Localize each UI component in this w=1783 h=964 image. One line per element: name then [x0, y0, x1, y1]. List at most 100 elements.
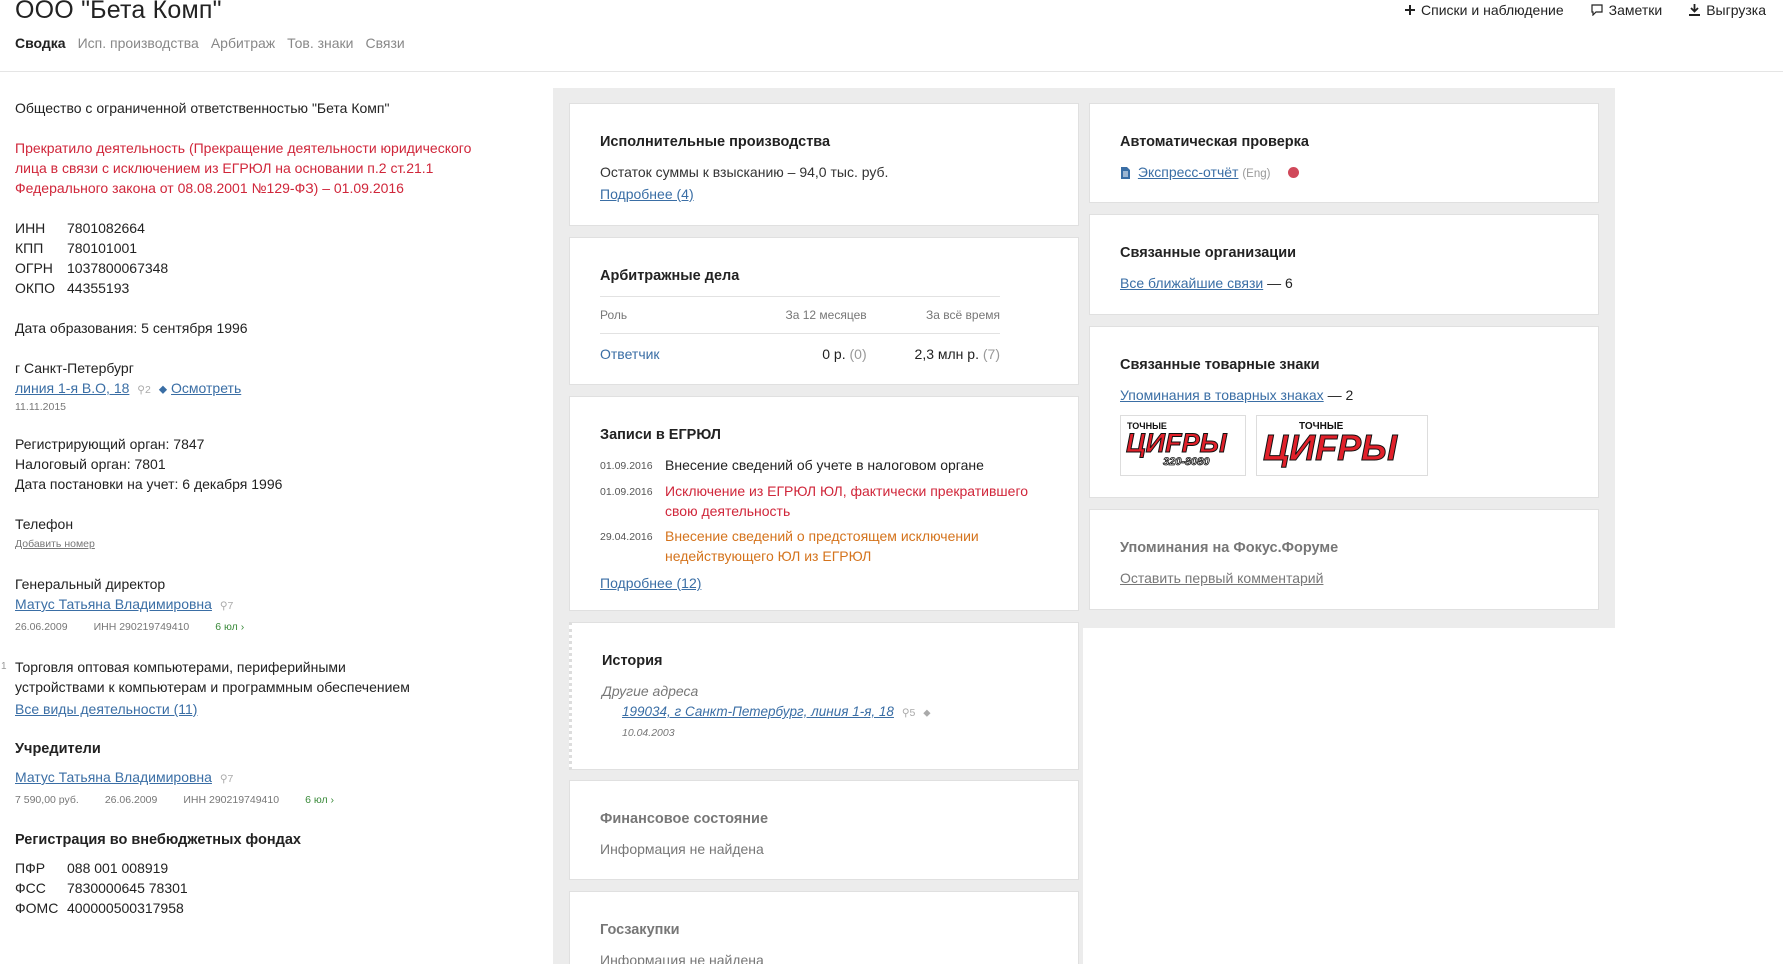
- search-icon[interactable]: ⚲7: [220, 773, 234, 785]
- logo-main-text: ЦИFРЫ: [1263, 427, 1398, 468]
- history-subtitle: Другие адреса: [602, 683, 699, 699]
- full-name: Общество с ограниченной ответственностью…: [15, 100, 390, 116]
- founder-count: 7: [227, 773, 234, 785]
- all-connections-link[interactable]: Все ближайшие связи: [1120, 275, 1263, 291]
- enforcement-more-link[interactable]: Подробнее (4): [600, 184, 694, 204]
- activity-block: 1 Торговля оптовая компьютерами, перифер…: [1, 657, 535, 719]
- trademark-logo[interactable]: ТОЧНЫЕ ЦИFРЫ 320-8080: [1120, 415, 1246, 476]
- address-count: 2: [145, 384, 151, 396]
- identifiers: ИНН 7801082664 КПП 780101001 ОГРН 103780006…: [15, 218, 535, 298]
- founder-date: 26.06.2009: [104, 794, 158, 806]
- city: г Санкт-Петербург: [15, 360, 134, 376]
- founders-heading: Учредители: [15, 741, 101, 757]
- map-pin-icon[interactable]: ⬥: [923, 707, 930, 719]
- logo-phone-text: 320-8080: [1163, 456, 1210, 468]
- enforcement-text: Остаток суммы к взысканию – 94,0 тыс. ру…: [600, 164, 889, 180]
- founder-name-link[interactable]: Матус Татьяна Владимировна: [15, 769, 212, 785]
- egrul-more-link[interactable]: Подробнее (12): [600, 573, 701, 593]
- founder-share: 7 590,00 руб.: [15, 794, 79, 806]
- okpo-label: ОКПО: [15, 280, 55, 296]
- search-icon[interactable]: ⚲7: [220, 600, 234, 612]
- comment-icon: [1591, 4, 1603, 16]
- trademark-logos: ТОЧНЫЕ ЦИFРЫ 320-8080 ТОЧНЫЕ ЦИFРЫ: [1120, 415, 1568, 476]
- trademark-logo[interactable]: ТОЧНЫЕ ЦИFРЫ: [1256, 415, 1428, 476]
- express-report-link[interactable]: Экспресс-отчёт: [1138, 164, 1239, 180]
- all-value: 2,3 млн р.: [914, 346, 979, 362]
- director-count: 7: [227, 600, 234, 612]
- director-links[interactable]: 6 юл ›: [215, 617, 244, 637]
- tab-enforcement[interactable]: Исп. производства: [78, 35, 199, 51]
- map-pin-icon: ⬥: [158, 382, 168, 396]
- all-count: (7): [982, 346, 1000, 362]
- trademarks-count: — 2: [1327, 387, 1354, 403]
- address-link[interactable]: линия 1-я В.О, 18: [15, 380, 129, 396]
- egrul-card: Записи в ЕГРЮЛ 01.09.2016 Внесение сведе…: [569, 396, 1079, 611]
- search-icon[interactable]: ⚲2: [137, 384, 151, 396]
- lists-button[interactable]: Списки и наблюдение: [1405, 2, 1564, 18]
- download-icon: [1689, 4, 1701, 16]
- enforcement-card: Исполнительные производства Остаток сумм…: [569, 103, 1079, 226]
- arbitration-title: Арбитражные дела: [600, 268, 740, 284]
- fss-label: ФСС: [15, 880, 46, 896]
- director-meta: 26.06.2009 ИНН 290219749410 6 юл ›: [15, 617, 535, 637]
- egrul-date: 01.09.2016: [600, 486, 653, 498]
- plus-icon: [1405, 5, 1416, 15]
- ogrn-label: ОГРН: [15, 260, 53, 276]
- okved-index: 1: [1, 661, 7, 672]
- tab-summary[interactable]: Сводка: [15, 35, 66, 51]
- notes-button[interactable]: Заметки: [1591, 2, 1662, 18]
- search-icon[interactable]: ⚲5: [902, 707, 916, 719]
- status-dot-icon: [1288, 167, 1300, 178]
- founder-meta: 7 590,00 руб. 26.06.2009 ИНН 29021974941…: [15, 790, 535, 810]
- forum-card: Упоминания на Фокус.Форуме Оставить перв…: [1089, 509, 1599, 610]
- export-button[interactable]: Выгрузка: [1689, 2, 1766, 18]
- egrul-title: Записи в ЕГРЮЛ: [600, 427, 721, 443]
- view-map-link[interactable]: Осмотреть: [171, 380, 241, 396]
- trademark-mentions-link[interactable]: Упоминания в товарных знаках: [1120, 387, 1324, 403]
- arbitration-table: Роль За 12 месяцев За всё время Ответчик…: [600, 296, 1000, 368]
- all-activities-link[interactable]: Все виды деятельности (11): [15, 699, 197, 719]
- col-all-time: За всё время: [866, 296, 1000, 334]
- funds-heading: Регистрация во внебюджетных фондах: [15, 832, 301, 848]
- okved-text: Торговля оптовая компьютерами, периферий…: [15, 659, 410, 695]
- pfr-label: ПФР: [15, 860, 46, 876]
- tab-arbitration[interactable]: Арбитраж: [211, 35, 275, 51]
- add-phone-link[interactable]: Добавить номер: [15, 534, 535, 554]
- first-comment-link[interactable]: Оставить первый комментарий: [1120, 568, 1323, 588]
- status-text: Прекратило деятельность (Прекращение дея…: [15, 140, 472, 196]
- founder-links[interactable]: 6 юл ›: [305, 790, 334, 810]
- english-version-link[interactable]: (Eng): [1242, 168, 1270, 180]
- header-actions: Списки и наблюдение Заметки Выгрузка: [1405, 2, 1766, 18]
- history-title: История: [602, 653, 663, 669]
- kpp-row: КПП 780101001: [15, 238, 535, 258]
- trademarks-title: Связанные товарные знаки: [1120, 357, 1320, 373]
- director-role: Генеральный директор: [15, 576, 166, 592]
- foms-row: ФОМС 400000500317958: [15, 898, 535, 918]
- col-12-months: За 12 месяцев: [740, 296, 867, 334]
- procurement-card: Госзакупки Информация не найдена: [569, 891, 1079, 964]
- tax-date: Дата постановки на учет: 6 декабря 1996: [15, 476, 283, 492]
- director-date: 26.06.2009: [15, 621, 68, 633]
- fss-row: ФСС 7830000645 78301: [15, 878, 535, 898]
- company-title: ООО "Бета Комп": [15, 0, 222, 24]
- history-address-count: 5: [909, 707, 916, 719]
- phone-block: Телефон Добавить номер: [15, 514, 535, 554]
- list-item: 01.09.2016 Исключение из ЕГРЮЛ ЮЛ, факти…: [600, 481, 1048, 521]
- related-orgs-card: Связанные организации Все ближайшие связ…: [1089, 214, 1599, 315]
- lists-label: Списки и наблюдение: [1421, 2, 1564, 18]
- company-summary: Общество с ограниченной ответственностью…: [1, 98, 535, 938]
- director-name-link[interactable]: Матус Татьяна Владимировна: [15, 596, 212, 612]
- founders-block: Учредители Матус Татьяна Владимировна ⚲7…: [15, 739, 535, 810]
- tab-trademarks[interactable]: Тов. знаки: [287, 35, 353, 51]
- trademarks-card: Связанные товарные знаки Упоминания в то…: [1089, 326, 1599, 498]
- tab-connections[interactable]: Связи: [365, 35, 404, 51]
- y12-count: (0): [849, 346, 867, 362]
- director-inn: ИНН 290219749410: [93, 621, 190, 633]
- procurement-text: Информация не найдена: [600, 952, 764, 964]
- ogrn-row: ОГРН 1037800067348: [15, 258, 535, 278]
- egrul-text: Внесение сведений о предстоящем исключен…: [665, 528, 979, 564]
- egrul-date: 29.04.2016: [600, 531, 653, 543]
- history-address-link[interactable]: 199034, г Санкт-Петербург, линия 1-я, 18: [622, 704, 894, 719]
- inn-label: ИНН: [15, 220, 46, 236]
- role-defendant-link[interactable]: Ответчик: [600, 346, 660, 362]
